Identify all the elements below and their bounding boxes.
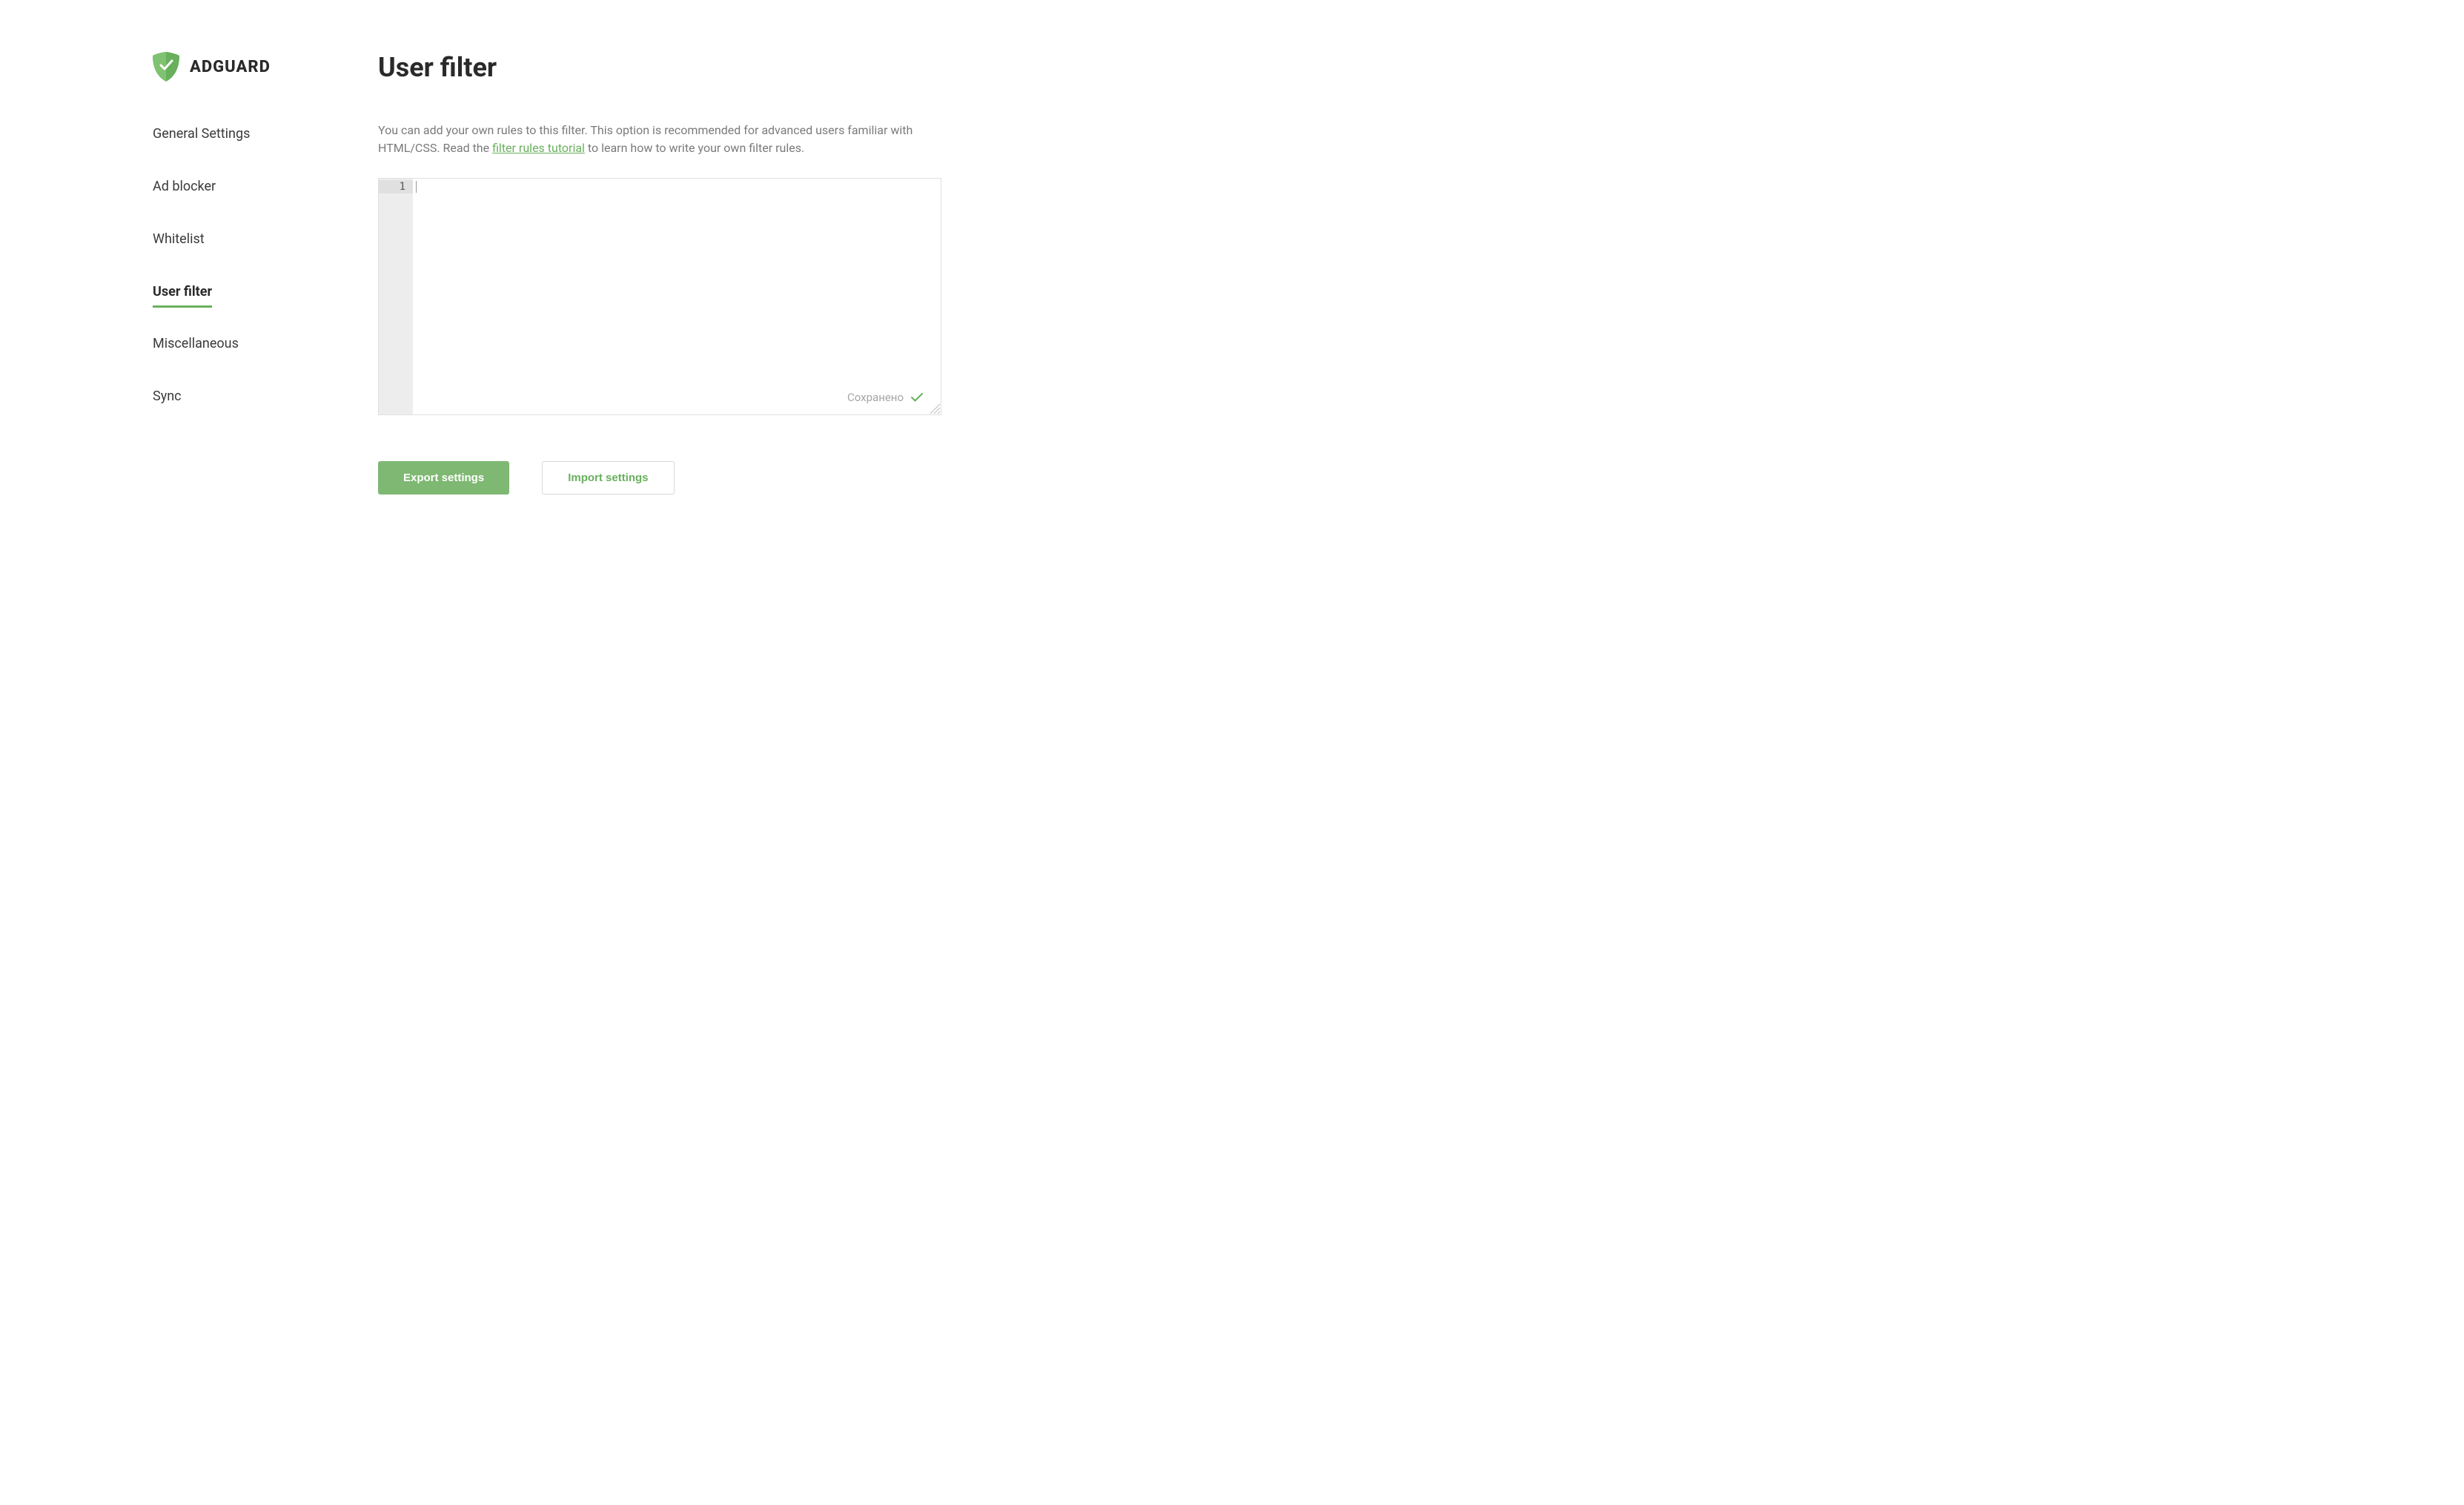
filter-rules-tutorial-link[interactable]: filter rules tutorial [492, 141, 585, 155]
resize-handle[interactable] [927, 401, 941, 414]
editor-body [413, 179, 941, 414]
sidebar-item-sync[interactable]: Sync [153, 388, 182, 411]
sidebar-item-ad-blocker[interactable]: Ad blocker [153, 179, 216, 202]
sidebar: ADGUARD General Settings Ad blocker Whit… [0, 52, 356, 494]
import-settings-button[interactable]: Import settings [542, 461, 674, 494]
export-settings-button[interactable]: Export settings [378, 461, 509, 494]
editor-gutter: 1 [379, 179, 413, 414]
filter-rules-textarea[interactable] [413, 179, 941, 414]
page-title: User filter [378, 52, 941, 83]
sidebar-item-miscellaneous[interactable]: Miscellaneous [153, 336, 239, 359]
brand-logo: ADGUARD [153, 52, 356, 82]
saved-status-label: Сохранено [847, 391, 904, 404]
filter-rules-editor: 1 Сохранено [378, 178, 941, 415]
brand-name: ADGUARD [190, 58, 271, 76]
line-number: 1 [379, 180, 413, 194]
main-content: User filter You can add your own rules t… [356, 52, 1067, 494]
action-buttons: Export settings Import settings [378, 461, 941, 494]
check-icon [911, 393, 923, 402]
description-text-after: to learn how to write your own filter ru… [585, 141, 804, 155]
editor-cursor [416, 181, 417, 193]
page-description: You can add your own rules to this filte… [378, 122, 941, 157]
sidebar-item-whitelist[interactable]: Whitelist [153, 231, 205, 254]
sidebar-item-user-filter[interactable]: User filter [153, 284, 212, 308]
saved-status: Сохранено [847, 391, 923, 404]
shield-check-icon [153, 52, 179, 82]
sidebar-nav: General Settings Ad blocker Whitelist Us… [153, 126, 356, 441]
sidebar-item-general-settings[interactable]: General Settings [153, 126, 250, 149]
